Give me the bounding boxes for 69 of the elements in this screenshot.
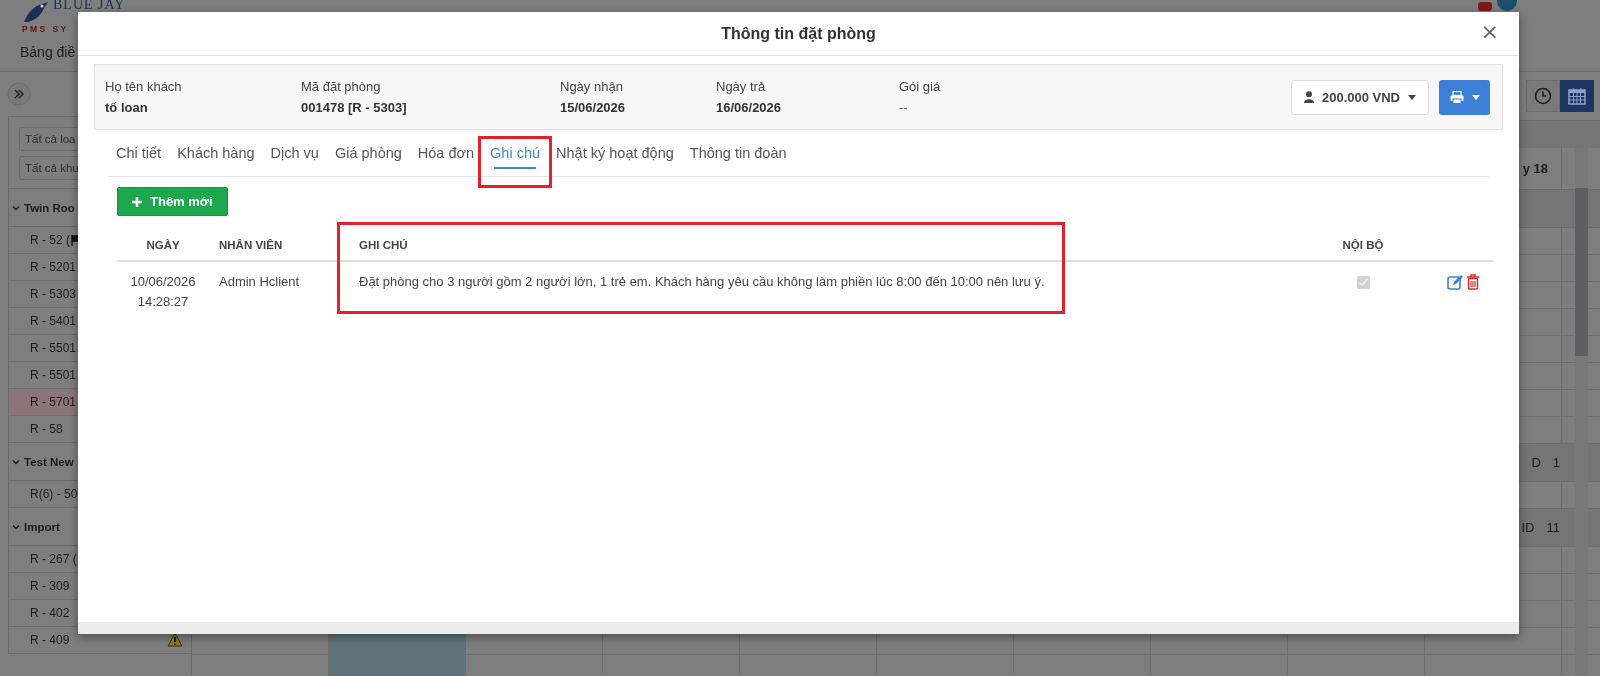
clock-icon	[1534, 87, 1552, 105]
tab[interactable]: Thông tin đoàn	[681, 140, 795, 176]
field-label: Gói giá	[899, 79, 941, 94]
nav-item[interactable]: Bảng điề	[20, 44, 76, 61]
user-icon	[1303, 91, 1314, 103]
column-header: NGÀY	[146, 238, 180, 251]
notification-badge	[1478, 2, 1492, 11]
caret-icon	[1408, 94, 1416, 100]
avatar[interactable]	[1497, 0, 1517, 11]
total-text: 11	[1546, 520, 1560, 535]
edit-icon[interactable]	[1446, 274, 1464, 290]
scrollbar-thumb[interactable]	[1575, 188, 1588, 356]
tab[interactable]: Khách hàng	[169, 140, 263, 176]
field-label: Mã đặt phòng	[301, 79, 381, 94]
logo-tagline: PMS SY	[22, 25, 69, 34]
room-name: R - 5303	[30, 287, 77, 301]
column-header: GHI CHÚ	[359, 238, 408, 251]
total-text: 1	[1552, 455, 1560, 470]
bird-icon	[22, 0, 50, 24]
column-header: NHÂN VIÊN	[219, 238, 283, 251]
print-button[interactable]	[1439, 79, 1490, 115]
room-name: R - 267 (	[30, 552, 77, 566]
total-text: ID	[1521, 520, 1535, 535]
tab[interactable]: Dịch vụ	[262, 140, 327, 176]
group-name[interactable]: Test New	[24, 455, 74, 468]
tab[interactable]: Hóa đơn	[409, 140, 483, 176]
date-text: 10/06/2026 14:28:27	[130, 274, 196, 309]
room-name: R - 5401	[30, 314, 77, 328]
calendar-icon	[1567, 86, 1587, 106]
plus-icon	[132, 196, 142, 207]
group-name[interactable]: Import	[24, 520, 60, 533]
double-chevron-icon[interactable]	[7, 82, 31, 106]
staff-name: Admin Hclient	[219, 274, 300, 289]
field-value: 001478 [R - 5303]	[301, 100, 407, 115]
tab[interactable]: Chi tiết	[108, 140, 170, 176]
field-label: Ngày trả	[716, 79, 766, 94]
room-name: R - 5501	[30, 341, 77, 355]
close-button[interactable]: ×	[1476, 21, 1503, 43]
tab[interactable]: Giá phòng	[326, 140, 410, 176]
room-name: R - 402	[30, 606, 70, 620]
caret-icon	[1471, 94, 1480, 100]
field-value: 16/06/2026	[716, 100, 782, 115]
price-button[interactable]: 200.000 VND	[1290, 79, 1429, 115]
calendar-button[interactable]	[1560, 80, 1594, 112]
clock-button[interactable]	[1526, 80, 1560, 112]
field-label: Họ tên khách	[105, 79, 182, 94]
room-name: R - 58	[30, 422, 63, 436]
total-text: D	[1531, 455, 1541, 470]
print-icon	[1449, 90, 1464, 104]
field-value: 15/06/2026	[560, 100, 626, 115]
logo-text: BLUE JAY	[53, 0, 126, 11]
room-name: R - 409	[30, 633, 70, 647]
group-name[interactable]: Twin Roo	[24, 201, 75, 214]
room-name: R - 5701	[30, 395, 77, 409]
room-name: R - 52 (	[30, 233, 70, 247]
room-name: R - 309	[30, 579, 70, 593]
field-value: --	[899, 100, 908, 115]
field-value: tố loan	[105, 100, 148, 115]
field-label: Ngày nhận	[560, 79, 623, 94]
trash-icon[interactable]	[1465, 274, 1480, 290]
date-header: y 18	[1522, 161, 1548, 176]
room-name: R - 5201	[30, 260, 77, 274]
tab[interactable]: Ghi chú	[482, 140, 549, 176]
column-header: NỘI BỘ	[1342, 238, 1384, 251]
modal-title: Thông tin đặt phòng	[721, 24, 876, 43]
room-name: R - 5501	[30, 368, 77, 382]
note-text: Đặt phòng cho 3 người gồm 2 người lớn, 1 trẻ em. Khách hàng yêu cầu không làm phiền lúc 8:00 đến 10:00 nên lưu ý.	[359, 274, 1045, 289]
room-name: R(6) - 50	[30, 487, 78, 501]
tab[interactable]: Nhật ký hoạt động	[548, 140, 682, 176]
